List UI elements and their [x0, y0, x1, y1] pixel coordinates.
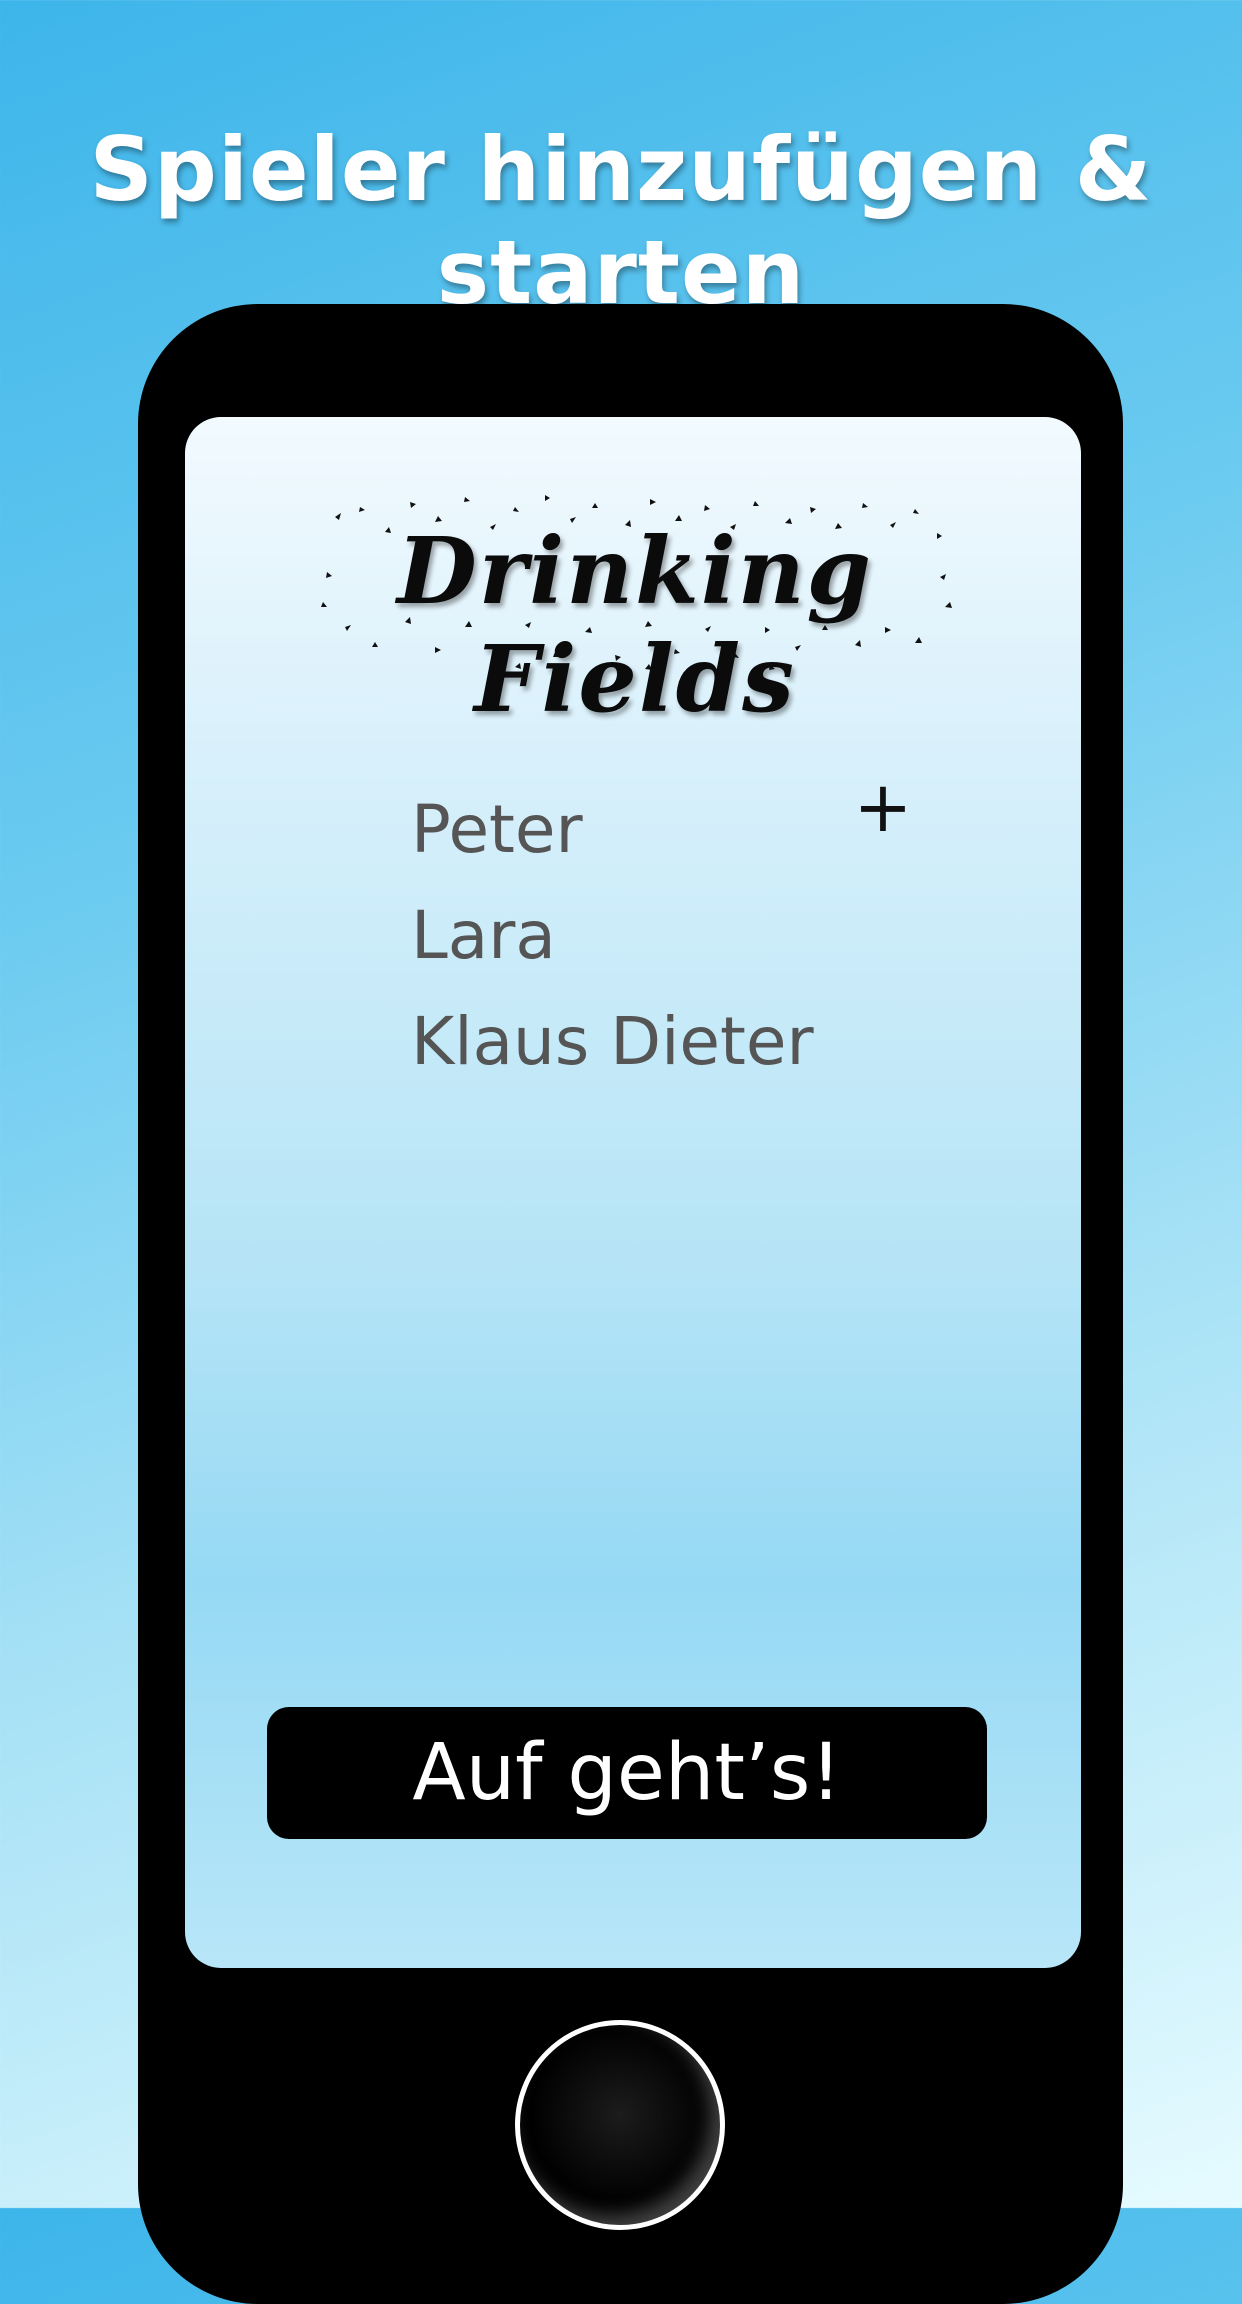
player-name[interactable]: Peter: [411, 777, 814, 883]
start-game-button[interactable]: Auf geht’s!: [267, 1707, 987, 1839]
app-screen: Drinking Fields Peter Lara Klaus Dieter …: [185, 417, 1081, 1968]
plus-icon: +: [853, 766, 913, 848]
headline: Spieler hinzufügen & starten: [89, 118, 1153, 324]
app-title: Drinking Fields: [397, 517, 873, 733]
player-list: Peter Lara Klaus Dieter: [411, 777, 814, 1095]
add-player-button[interactable]: +: [853, 767, 913, 847]
home-button-icon[interactable]: [515, 2020, 725, 2230]
app-logo: Drinking Fields: [315, 477, 955, 733]
player-name[interactable]: Klaus Dieter: [411, 989, 814, 1095]
phone-frame: Drinking Fields Peter Lara Klaus Dieter …: [138, 304, 1123, 2304]
player-name[interactable]: Lara: [411, 883, 814, 989]
